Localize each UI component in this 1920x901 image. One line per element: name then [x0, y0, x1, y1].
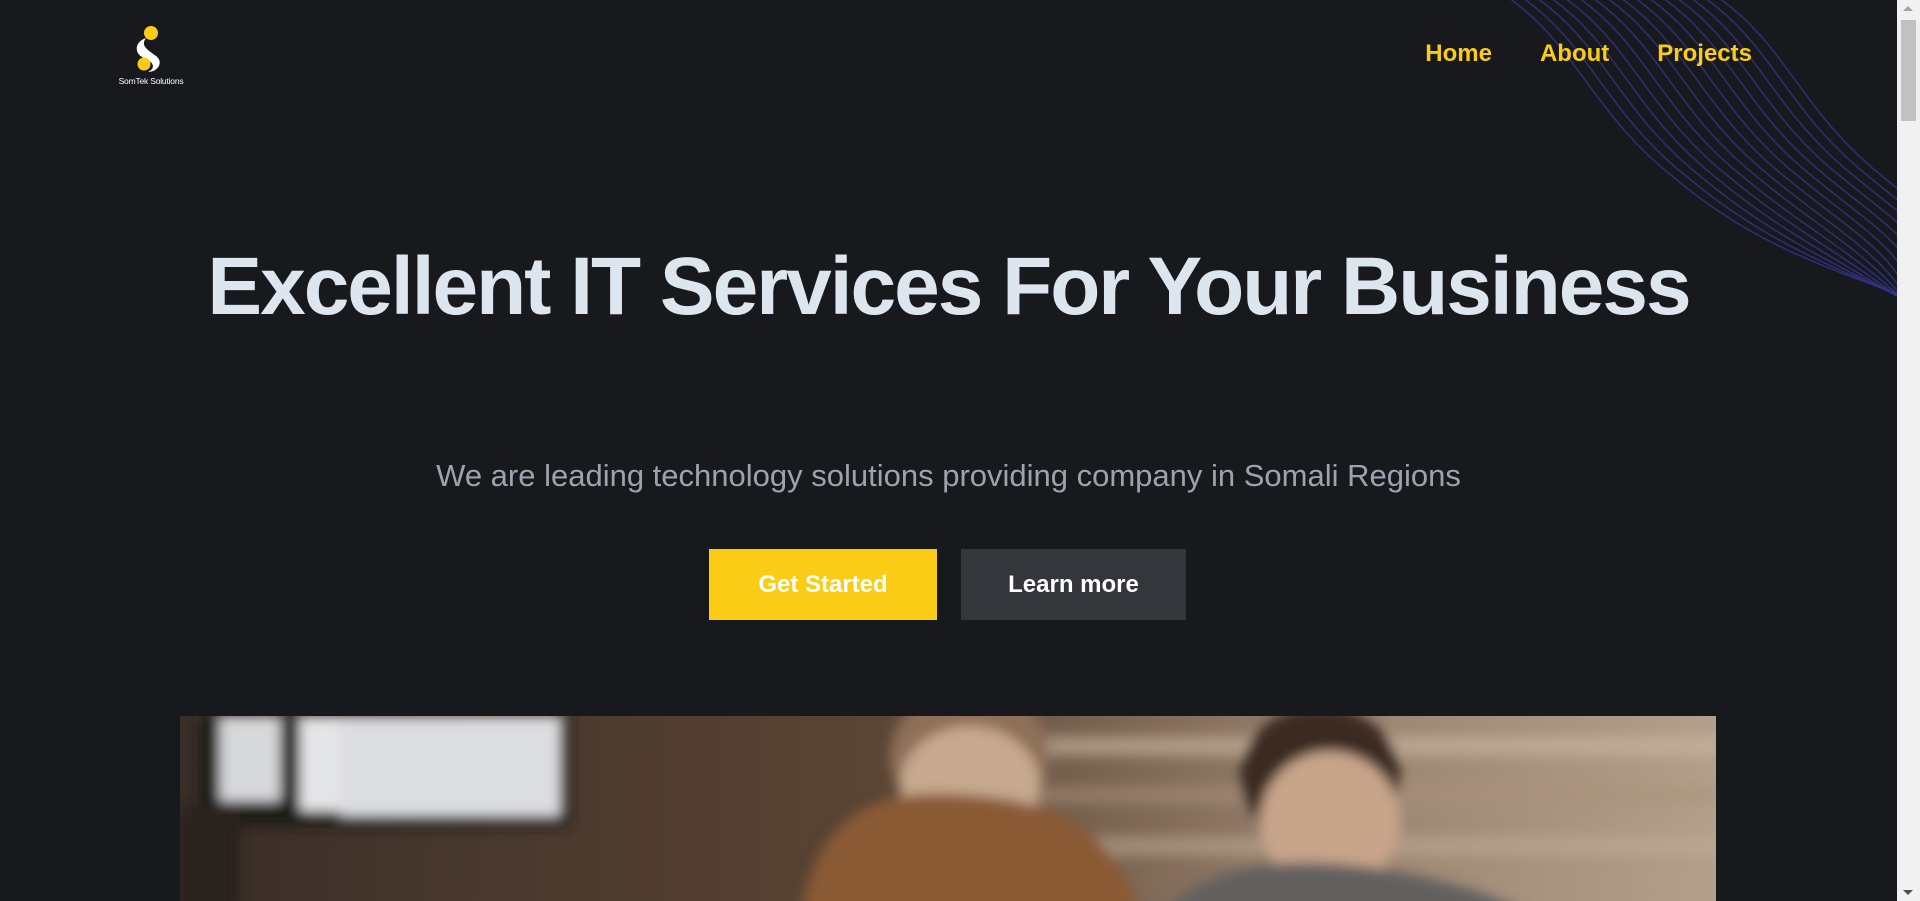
main-nav: Home About Projects — [1425, 40, 1752, 68]
logo-mark-icon — [136, 26, 160, 72]
hero-title: Excellent IT Services For Your Business — [207, 241, 1691, 332]
learn-more-button[interactable]: Learn more — [961, 549, 1186, 620]
landing-page: SomTek Solutions Home About Projects Exc… — [0, 0, 1897, 901]
nav-projects[interactable]: Projects — [1657, 40, 1752, 68]
scroll-up-arrow-icon[interactable] — [1903, 6, 1913, 11]
scroll-thumb[interactable] — [1901, 20, 1916, 121]
nav-about[interactable]: About — [1540, 40, 1609, 68]
scroll-down-arrow-icon[interactable] — [1903, 890, 1913, 895]
logo-text: SomTek Solutions — [118, 76, 184, 86]
nav-home[interactable]: Home — [1425, 40, 1492, 68]
hero-photo-illustration — [180, 716, 1716, 901]
hero-photo — [180, 716, 1716, 901]
get-started-button[interactable]: Get Started — [709, 549, 937, 620]
page-scrollbar[interactable] — [1897, 0, 1920, 901]
brand-logo[interactable]: SomTek Solutions — [118, 24, 184, 90]
hero-subtitle: We are leading technology solutions prov… — [436, 458, 1461, 493]
